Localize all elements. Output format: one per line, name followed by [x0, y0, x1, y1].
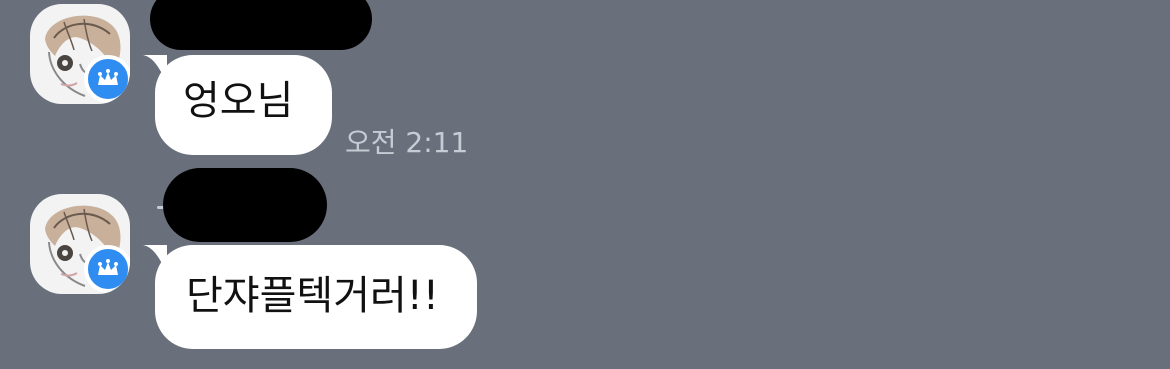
message-text: 단쟈플텍거러!!	[186, 273, 439, 319]
crown-icon	[98, 259, 118, 275]
profile-avatar[interactable]	[30, 4, 130, 104]
message-timestamp: 오전 2:11	[345, 126, 469, 159]
redacted-sender-name	[163, 168, 327, 242]
chat-screen: 엉오님 오전 2:11 단쟈플텍거러!!	[0, 0, 1170, 369]
message-text: 엉오님	[183, 78, 294, 124]
bubble-tail	[143, 245, 167, 273]
message-bubble[interactable]: 엉오님	[143, 55, 332, 155]
crown-icon	[98, 69, 118, 85]
message-bubble[interactable]: 단쟈플텍거러!!	[143, 245, 477, 349]
redacted-sender-name	[150, 0, 372, 50]
bubble-tail	[143, 55, 167, 83]
profile-avatar[interactable]	[30, 194, 130, 294]
verified-badge	[84, 55, 130, 103]
verified-badge	[84, 245, 130, 293]
